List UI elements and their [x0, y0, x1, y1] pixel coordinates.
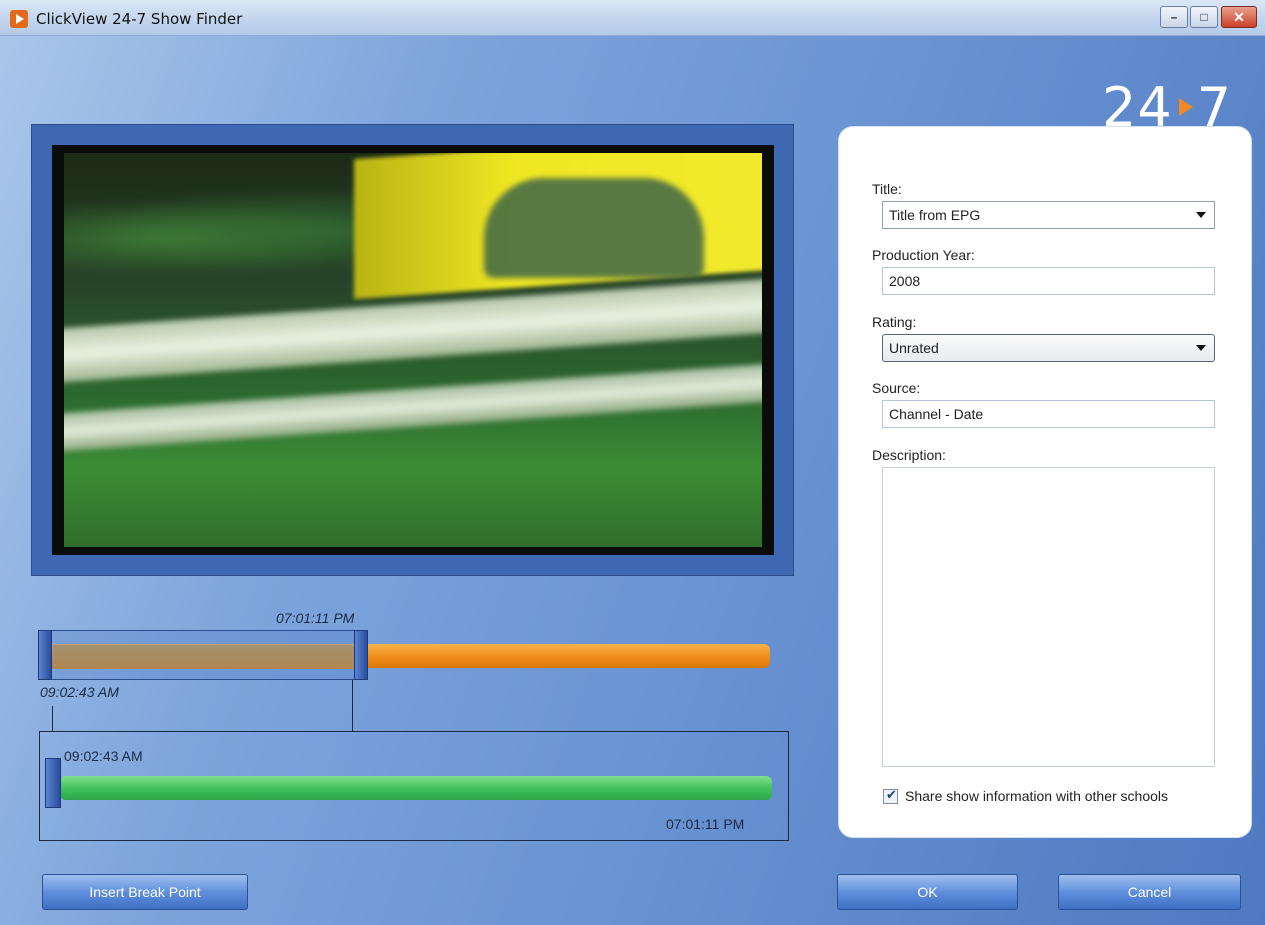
checkmark-icon: ✔	[886, 787, 897, 802]
minimize-icon: –	[1170, 10, 1178, 24]
chevron-down-icon	[1196, 345, 1206, 351]
maximize-button[interactable]: □	[1190, 6, 1218, 28]
zoomed-timeline-box: 09:02:43 AM 07:01:11 PM	[39, 731, 789, 841]
connector-right	[352, 680, 353, 732]
description-label: Description:	[872, 447, 946, 463]
cancel-button[interactable]: Cancel	[1058, 874, 1241, 910]
timeline-selection[interactable]	[38, 630, 368, 680]
blurred-guardrail-bottom	[64, 361, 762, 453]
selection-end-handle[interactable]	[354, 630, 368, 680]
blurred-truck-cab	[484, 178, 704, 278]
overview-timeline[interactable]	[38, 630, 770, 680]
clickview-app-icon	[10, 10, 28, 28]
video-preview[interactable]	[52, 145, 774, 555]
rating-select[interactable]: Unrated	[882, 334, 1215, 362]
title-combobox[interactable]: Title from EPG	[882, 201, 1215, 229]
zoom-start-time: 09:02:43 AM	[64, 748, 143, 764]
production-year-input[interactable]: 2008	[882, 267, 1215, 295]
selection-start-handle[interactable]	[38, 630, 52, 680]
title-label: Title:	[872, 181, 902, 197]
ok-button[interactable]: OK	[837, 874, 1018, 910]
source-label: Source:	[872, 380, 921, 396]
minimize-button[interactable]: –	[1160, 6, 1188, 28]
video-frame-image	[64, 153, 762, 547]
share-checkbox[interactable]: ✔	[883, 787, 898, 804]
video-preview-frame	[31, 124, 794, 576]
title-value: Title from EPG	[889, 207, 981, 223]
selection-end-time: 07:01:11 PM	[276, 610, 355, 626]
window-titlebar: ClickView 24-7 Show Finder – □ ✕	[0, 0, 1265, 36]
chevron-down-icon	[1196, 212, 1206, 218]
production-year-label: Production Year:	[872, 247, 975, 263]
description-textarea[interactable]	[882, 467, 1215, 767]
zoom-playhead-handle[interactable]	[45, 758, 61, 808]
close-button[interactable]: ✕	[1221, 6, 1257, 28]
source-value: Channel - Date	[889, 406, 984, 422]
rating-value: Unrated	[889, 340, 939, 356]
production-year-value: 2008	[889, 273, 921, 289]
timeline-selection-fill	[53, 645, 355, 669]
selection-start-time: 09:02:43 AM	[40, 684, 119, 700]
play-arrow-icon	[1178, 98, 1193, 117]
close-icon: ✕	[1233, 9, 1245, 25]
connector-left	[52, 706, 53, 732]
source-input[interactable]: Channel - Date	[882, 400, 1215, 428]
show-info-panel: Title: Title from EPG Production Year: 2…	[839, 127, 1251, 837]
maximize-icon: □	[1200, 10, 1208, 24]
rating-label: Rating:	[872, 314, 917, 330]
insert-break-point-button[interactable]: Insert Break Point	[42, 874, 248, 910]
share-label: Share show information with other school…	[905, 788, 1169, 804]
zoom-end-time: 07:01:11 PM	[666, 816, 745, 832]
zoomed-timeline-bar[interactable]	[60, 776, 772, 800]
window-title: ClickView 24-7 Show Finder	[36, 10, 243, 28]
